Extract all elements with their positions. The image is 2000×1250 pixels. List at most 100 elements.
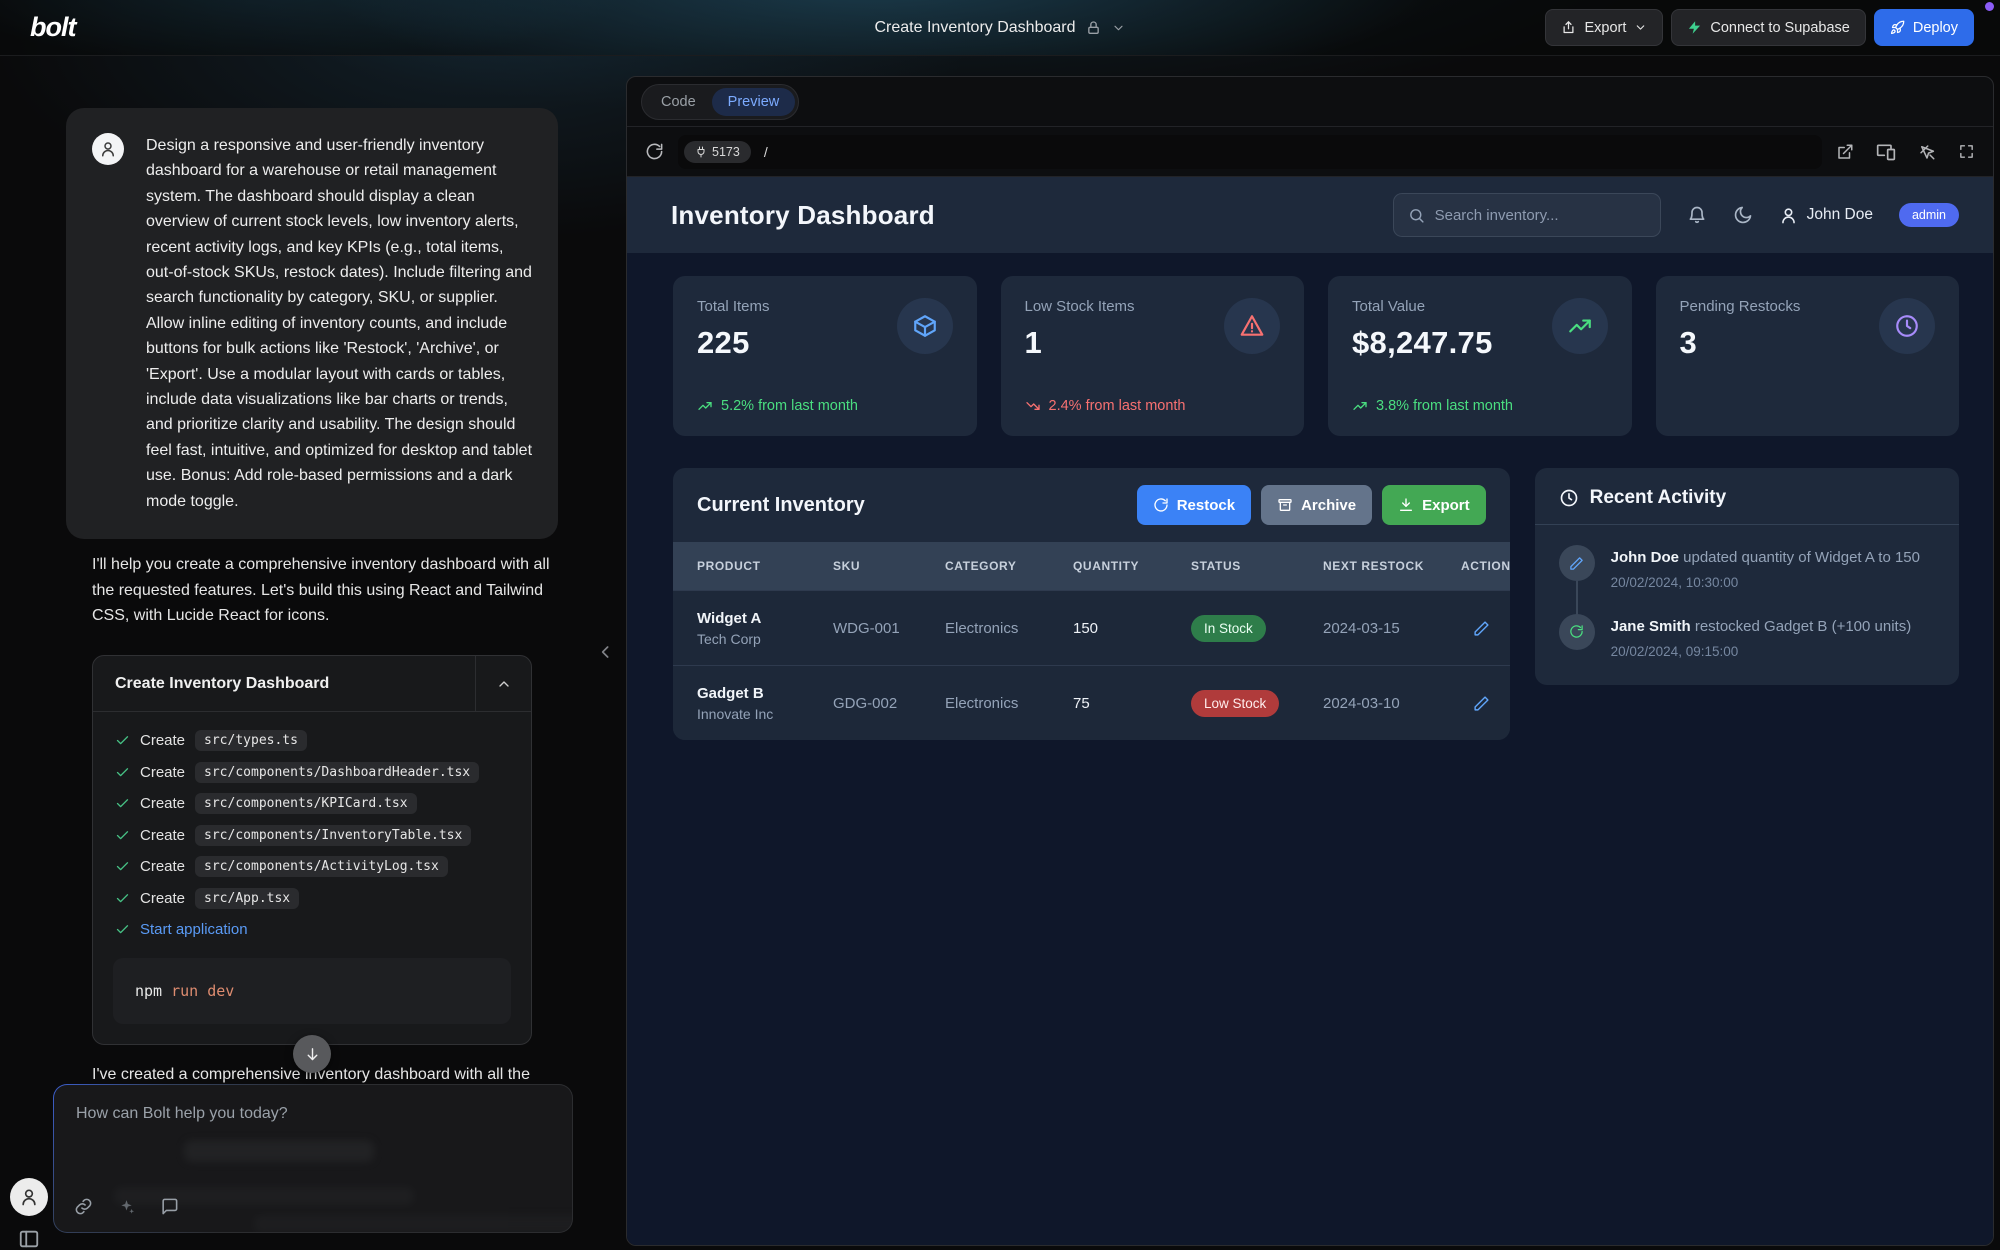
alert-triangle-icon xyxy=(1239,313,1265,339)
product-supplier: Tech Corp xyxy=(697,631,817,647)
export-button[interactable]: Export xyxy=(1545,9,1663,46)
file-chip[interactable]: src/components/ActivityLog.tsx xyxy=(195,856,448,877)
user-name: John Doe xyxy=(1807,206,1873,224)
account-avatar[interactable] xyxy=(10,1178,48,1216)
lock-icon xyxy=(1086,20,1102,36)
assistant-outro-text: I've created a comprehensive inventory d… xyxy=(92,1066,562,1084)
connect-supabase-button[interactable]: Connect to Supabase xyxy=(1671,9,1865,46)
user-avatar xyxy=(92,133,124,165)
chat-input[interactable]: How can Bolt help you today? xyxy=(53,1084,573,1233)
export-table-button[interactable]: Export xyxy=(1382,485,1486,525)
port-selector[interactable]: 5173 xyxy=(684,141,751,163)
dark-mode-moon-icon[interactable] xyxy=(1733,205,1753,225)
restock-button[interactable]: Restock xyxy=(1137,485,1251,525)
recent-activity-panel: Recent Activity John Doe updated quantit… xyxy=(1535,468,1959,685)
terminal-command: npm run dev xyxy=(113,958,511,1024)
attach-link-icon[interactable] xyxy=(74,1197,93,1216)
inventory-table: Product SKU Category Quantity Status Nex… xyxy=(673,542,1510,740)
status-badge: In Stock xyxy=(1191,615,1266,642)
inventory-search[interactable] xyxy=(1393,193,1661,237)
sidebar-toggle-icon[interactable] xyxy=(18,1228,40,1250)
supabase-label: Connect to Supabase xyxy=(1710,20,1849,36)
kpi-trend-text: 3.8% from last month xyxy=(1376,398,1513,414)
fullscreen-icon[interactable] xyxy=(1958,143,1975,160)
tab-code[interactable]: Code xyxy=(645,88,712,116)
search-input[interactable] xyxy=(1435,207,1646,224)
quantity-cell[interactable]: 150 xyxy=(1065,620,1183,637)
table-row[interactable]: Widget A Tech Corp WDG-001 Electronics 1… xyxy=(673,590,1510,665)
check-icon xyxy=(115,765,130,780)
artifact-step-start: Start application xyxy=(93,914,531,946)
edit-pencil-icon[interactable] xyxy=(1473,620,1490,637)
enhance-prompt-sparkles-icon[interactable] xyxy=(117,1197,136,1216)
file-chip[interactable]: src/components/DashboardHeader.tsx xyxy=(195,762,479,783)
check-icon xyxy=(115,733,130,748)
preview-viewport: Inventory Dashboard John Doe admin Total… xyxy=(627,177,1993,1245)
pencil-icon xyxy=(1569,556,1584,571)
search-icon xyxy=(1408,207,1425,224)
check-icon xyxy=(115,922,130,937)
port-number: 5173 xyxy=(712,145,740,159)
file-chip[interactable]: src/App.tsx xyxy=(195,888,299,909)
reload-icon[interactable] xyxy=(645,142,664,161)
artifact-step: Create src/App.tsx xyxy=(93,883,531,915)
inventory-title: Current Inventory xyxy=(697,494,865,517)
col-category: Category xyxy=(937,542,1065,590)
edit-pencil-icon[interactable] xyxy=(1473,695,1490,712)
product-name: Gadget B xyxy=(697,685,817,702)
user-menu[interactable]: John Doe xyxy=(1779,206,1873,225)
kpi-card-total-items: Total Items 225 5.2% from last month xyxy=(673,276,977,436)
discuss-mode-icon[interactable] xyxy=(160,1197,179,1216)
preview-url-bar: 5173 / xyxy=(627,127,1993,177)
user-message-text: Design a responsive and user-friendly in… xyxy=(146,133,532,514)
divider xyxy=(1535,524,1959,525)
product-name: Widget A xyxy=(697,610,817,627)
next-restock-cell: 2024-03-15 xyxy=(1315,620,1453,637)
address-bar[interactable]: 5173 / xyxy=(678,135,1822,169)
kpi-trend-text: 2.4% from last month xyxy=(1049,398,1186,414)
kpi-card-total-value: Total Value $8,247.75 3.8% from last mon… xyxy=(1328,276,1632,436)
kpi-trend-text: 5.2% from last month xyxy=(721,398,858,414)
command-prefix: npm xyxy=(135,982,162,1000)
open-external-icon[interactable] xyxy=(1836,143,1854,161)
arrow-down-icon xyxy=(304,1046,321,1063)
archive-button[interactable]: Archive xyxy=(1261,485,1372,525)
check-icon xyxy=(115,796,130,811)
artifact-step: Create src/components/ActivityLog.tsx xyxy=(93,851,531,883)
collapse-chat-chevron[interactable] xyxy=(596,642,616,662)
project-title-menu[interactable]: Create Inventory Dashboard xyxy=(875,19,1126,37)
archive-icon xyxy=(1277,497,1293,513)
deploy-button[interactable]: Deploy xyxy=(1874,9,1974,46)
tab-preview[interactable]: Preview xyxy=(712,88,796,116)
quantity-cell[interactable]: 75 xyxy=(1065,695,1183,712)
file-chip[interactable]: src/components/KPICard.tsx xyxy=(195,793,417,814)
col-actions: Actions xyxy=(1453,542,1510,590)
dashboard-header: Inventory Dashboard John Doe admin xyxy=(627,177,1993,253)
trending-up-icon xyxy=(697,398,713,414)
start-application-link[interactable]: Start application xyxy=(140,921,248,938)
rocket-icon xyxy=(1890,20,1905,35)
table-row[interactable]: Gadget B Innovate Inc GDG-002 Electronic… xyxy=(673,665,1510,740)
file-chip[interactable]: src/types.ts xyxy=(195,730,307,751)
scroll-to-bottom-button[interactable] xyxy=(293,1035,331,1073)
notifications-bell-icon[interactable] xyxy=(1687,205,1707,225)
export-icon xyxy=(1561,20,1576,35)
clock-icon xyxy=(1559,488,1579,508)
ghost-blob xyxy=(254,1215,573,1233)
inspect-cursor-icon[interactable] xyxy=(1918,143,1936,161)
trending-up-icon xyxy=(1352,398,1368,414)
responsive-devices-icon[interactable] xyxy=(1876,142,1896,162)
col-status: Status xyxy=(1183,542,1315,590)
workbench-panel: Code Preview 5173 / Inventory Dashboard xyxy=(626,76,1994,1246)
collapse-artifact-button[interactable] xyxy=(475,656,531,711)
activity-title: Recent Activity xyxy=(1590,487,1727,509)
chevron-down-icon xyxy=(1634,21,1647,34)
activity-action: updated quantity of Widget A to 150 xyxy=(1683,549,1920,566)
inventory-table-panel: Current Inventory Restock Archive xyxy=(673,468,1510,740)
file-chip[interactable]: src/components/InventoryTable.tsx xyxy=(195,825,471,846)
kpi-card-low-stock: Low Stock Items 1 2.4% from last month xyxy=(1001,276,1305,436)
artifact-step: Create src/types.ts xyxy=(93,725,531,757)
chat-panel: Design a responsive and user-friendly in… xyxy=(0,56,622,1250)
bolt-logo[interactable]: bolt xyxy=(30,12,75,43)
artifact-title: Create Inventory Dashboard xyxy=(93,656,475,711)
